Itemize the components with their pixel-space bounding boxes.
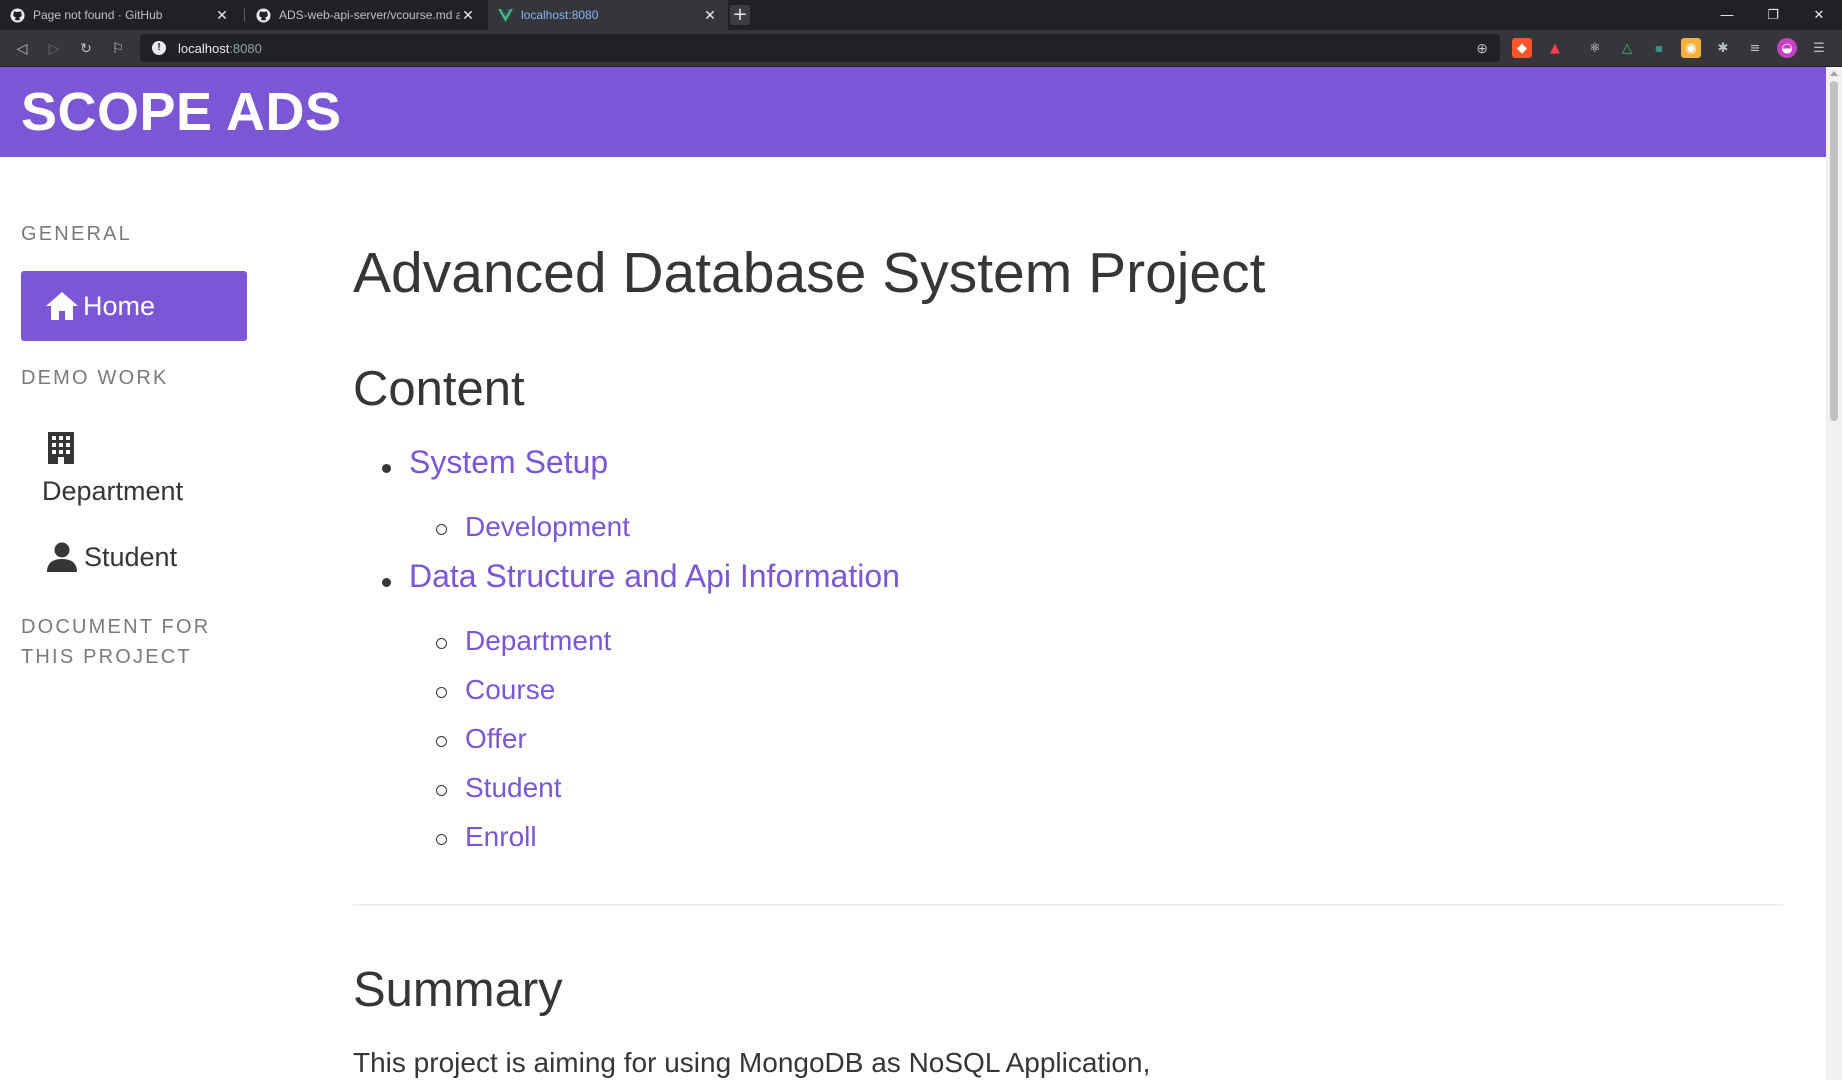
- menu-label-document: DOCUMENT FOR THIS PROJECT: [21, 612, 210, 672]
- sidebar-item-department[interactable]: Department: [42, 432, 242, 512]
- tab-title: ADS-web-api-server/vcourse.md a: [279, 8, 460, 22]
- vue-icon: [498, 8, 513, 23]
- vue-devtools-icon[interactable]: △: [1617, 38, 1637, 58]
- tab-title: Page not found · GitHub: [33, 8, 163, 22]
- reload-icon[interactable]: ↻: [76, 39, 96, 59]
- sidebar-item-student[interactable]: Student: [47, 542, 247, 582]
- zoom-icon[interactable]: ⊕: [1476, 40, 1488, 57]
- menu-label-line: THIS PROJECT: [21, 646, 192, 668]
- github-icon: [10, 7, 25, 23]
- close-icon[interactable]: ✕: [214, 7, 230, 24]
- browser-tab[interactable]: Page not found · GitHub ✕: [0, 0, 240, 30]
- list-bullet: [436, 834, 447, 845]
- scroll-up-icon[interactable]: [1830, 71, 1838, 76]
- scrollbar-thumb[interactable]: [1830, 81, 1838, 421]
- page-viewport: SCOPE ADS GENERAL Home DEMO WORK Departm…: [0, 67, 1826, 1080]
- sidebar-item-label: Home: [83, 290, 156, 321]
- extensions-puzzle-icon[interactable]: ✱: [1713, 38, 1733, 58]
- toc-link-department[interactable]: Department: [465, 625, 611, 657]
- sidebar-item-label: Student: [84, 542, 178, 572]
- building-icon: [48, 432, 74, 468]
- react-devtools-icon[interactable]: ⚛: [1585, 38, 1605, 58]
- browser-tab[interactable]: ADS-web-api-server/vcourse.md a ✕: [246, 0, 486, 30]
- menu-label-general: GENERAL: [21, 223, 132, 245]
- person-icon: [47, 542, 77, 576]
- reading-list-icon[interactable]: ≡: [1745, 38, 1765, 58]
- brave-rewards-icon[interactable]: ▲: [1545, 38, 1565, 58]
- toc-link-student[interactable]: Student: [465, 772, 562, 804]
- summary-heading: Summary: [353, 963, 563, 1017]
- list-bullet: [382, 578, 391, 587]
- site-brand[interactable]: SCOPE ADS: [21, 81, 342, 143]
- tab-title: localhost:8080: [521, 8, 599, 22]
- browser-tab-active[interactable]: localhost:8080 ✕: [488, 0, 728, 30]
- minimize-icon[interactable]: ―: [1704, 0, 1750, 30]
- content-heading: Content: [353, 362, 525, 416]
- list-bullet: [436, 524, 447, 535]
- extension-icon[interactable]: ◉: [1681, 38, 1701, 58]
- address-host: localhost: [178, 40, 230, 56]
- address-bar[interactable]: ! localhost:8080 ⊕: [140, 34, 1500, 62]
- address-port: :8080: [229, 40, 262, 56]
- home-icon: [45, 291, 79, 321]
- page-scrollbar[interactable]: [1826, 67, 1842, 1080]
- forward-icon[interactable]: ▷: [44, 39, 64, 59]
- menu-icon[interactable]: ☰: [1809, 38, 1829, 58]
- toc-link-course[interactable]: Course: [465, 674, 555, 706]
- close-icon[interactable]: ✕: [460, 7, 476, 24]
- brave-shield-icon[interactable]: ◆: [1512, 38, 1532, 58]
- list-bullet: [436, 736, 447, 747]
- list-bullet: [382, 464, 391, 473]
- toc-link-offer[interactable]: Offer: [465, 723, 527, 755]
- menu-label-line: DOCUMENT FOR: [21, 616, 211, 638]
- page-title: Advanced Database System Project: [353, 241, 1266, 305]
- list-bullet: [436, 687, 447, 698]
- info-icon[interactable]: !: [152, 41, 166, 55]
- browser-toolbar: ◁ ▷ ↻ ⚐ ! localhost:8080 ⊕: [0, 30, 1842, 67]
- toc-link-data-structure[interactable]: Data Structure and Api Information: [409, 558, 900, 595]
- restore-icon[interactable]: ❐: [1750, 0, 1796, 30]
- github-icon: [256, 7, 271, 23]
- toc-link-enroll[interactable]: Enroll: [465, 821, 537, 853]
- bookmark-icon[interactable]: ⚐: [108, 39, 128, 59]
- sidebar-item-label: Department: [42, 476, 184, 506]
- new-tab-button[interactable]: +: [730, 5, 750, 25]
- sidebar-item-home[interactable]: Home: [21, 271, 247, 341]
- back-icon[interactable]: ◁: [12, 39, 32, 59]
- close-icon[interactable]: ✕: [702, 7, 718, 24]
- window-close-icon[interactable]: ✕: [1796, 0, 1842, 30]
- site-header: SCOPE ADS: [0, 67, 1826, 157]
- extension-icon[interactable]: ▦: [1649, 38, 1669, 58]
- browser-tabstrip: Page not found · GitHub ✕ ADS-web-api-se…: [0, 0, 1842, 30]
- tab-separator: [244, 8, 245, 22]
- list-bullet: [436, 785, 447, 796]
- list-bullet: [436, 638, 447, 649]
- toc-link-system-setup[interactable]: System Setup: [409, 444, 608, 481]
- toc-link-development[interactable]: Development: [465, 511, 630, 543]
- profile-avatar[interactable]: ◒: [1777, 38, 1797, 58]
- summary-text: This project is aiming for using MongoDB…: [353, 1047, 1151, 1078]
- window-controls: ― ❐ ✕: [1704, 0, 1842, 30]
- menu-label-demo-work: DEMO WORK: [21, 367, 169, 389]
- divider: [353, 904, 1783, 906]
